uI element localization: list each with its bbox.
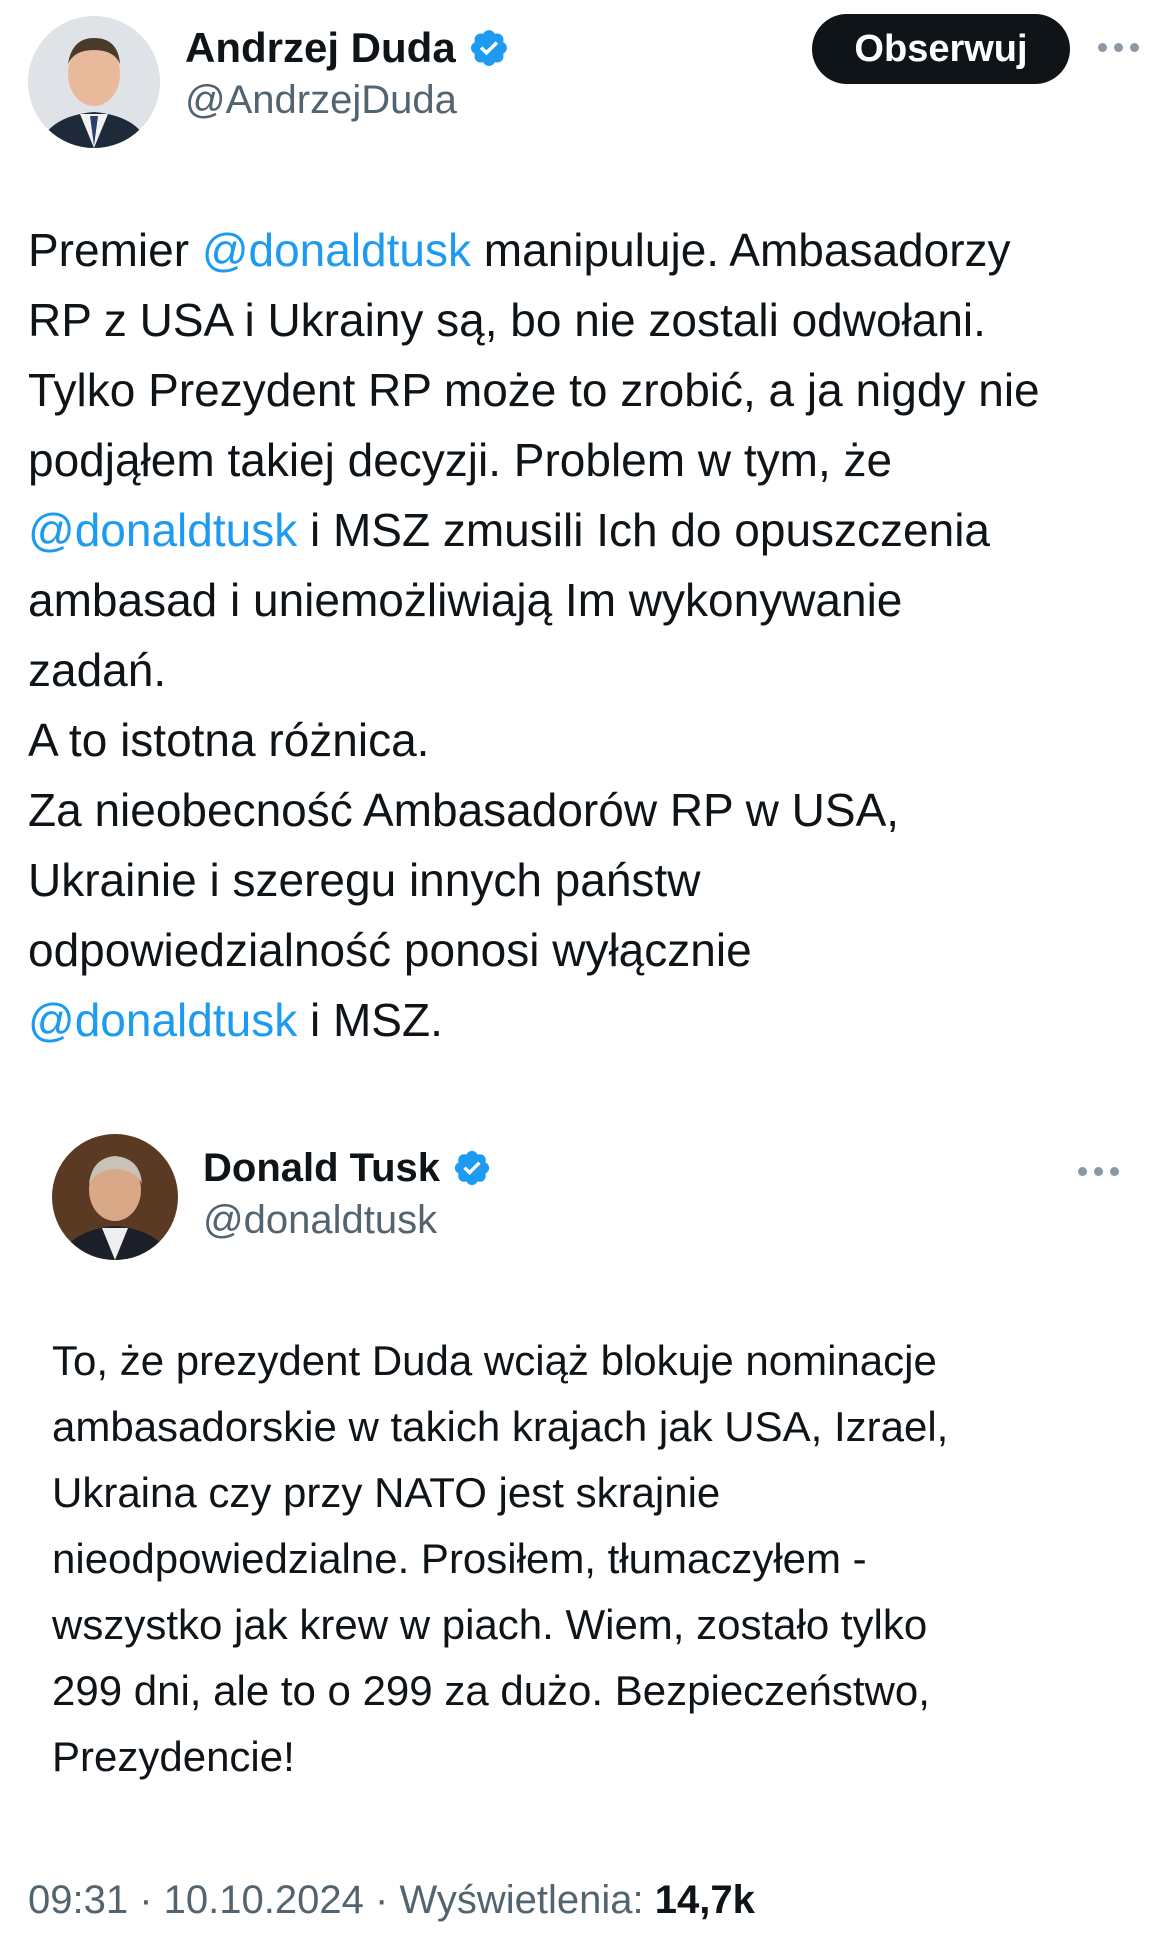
quoted-avatar-portrait	[52, 1134, 178, 1260]
quoted-text-line: nieodpowiedzialne. Prosiłem, tłumaczyłem…	[52, 1535, 867, 1582]
avatar-portrait	[28, 16, 160, 148]
tweet-text-line: Tylko Prezydent RP może to zrobić, a ja …	[28, 355, 1148, 425]
tweet-time[interactable]: 09:31	[28, 1878, 128, 1922]
views-label: Wyświetlenia:	[399, 1878, 644, 1922]
quoted-tweet[interactable]: Donald Tusk @donaldtusk To, że prezydent…	[28, 1110, 1148, 1810]
quoted-text-line: wszystko jak krew w piach. Wiem, zostało…	[52, 1601, 928, 1648]
tweet-text-segment: podjąłem takiej decyzji. Problem w tym, …	[28, 434, 893, 486]
follow-button[interactable]: Obserwuj	[812, 14, 1070, 84]
author-name[interactable]: Andrzej Duda	[185, 24, 456, 72]
tweet-text-line: Ukrainie i szeregu innych państw	[28, 845, 1148, 915]
quoted-author-avatar[interactable]	[52, 1134, 178, 1260]
tweet-date[interactable]: 10.10.2024	[164, 1878, 364, 1922]
tweet-meta: 09:31 · 10.10.2024 · Wyświetlenia: 14,7k	[28, 1878, 755, 1922]
author-handle[interactable]: @AndrzejDuda	[185, 78, 457, 123]
verified-badge-icon[interactable]	[468, 27, 510, 69]
quoted-verified-badge-icon	[454, 1150, 490, 1186]
tweet-text-line: @donaldtusk i MSZ zmusili Ich do opuszcz…	[28, 495, 1148, 565]
tweet-text-segment: odpowiedzialność ponosi wyłącznie	[28, 924, 752, 976]
tweet-text-line: zadań.	[28, 635, 1148, 705]
quoted-author-name[interactable]: Donald Tusk	[203, 1146, 440, 1191]
tweet-text: Premier @donaldtusk manipuluje. Ambasado…	[28, 215, 1148, 1055]
tweet-text-segment: i MSZ.	[297, 994, 443, 1046]
tweet-text-segment: manipuluje. Ambasadorzy	[471, 224, 1011, 276]
quoted-text-line: Ukraina czy przy NATO jest skrajnie	[52, 1469, 721, 1516]
tweet-text-segment: A to istotna różnica.	[28, 714, 430, 766]
tweet-text-segment: Premier	[28, 224, 202, 276]
tweet-text-line: odpowiedzialność ponosi wyłącznie	[28, 915, 1148, 985]
mention-link[interactable]: @donaldtusk	[202, 224, 471, 276]
quoted-text-line: To, że prezydent Duda wciąż blokuje nomi…	[52, 1337, 937, 1384]
tweet-text-line: ambasad i uniemożliwiają Im wykonywanie	[28, 565, 1148, 635]
more-options-icon[interactable]	[1098, 43, 1139, 52]
tweet-text-segment: RP z USA i Ukrainy są, bo nie zostali od…	[28, 294, 986, 346]
quoted-text-line: Prezydencie!	[52, 1733, 295, 1780]
tweet-text-line: A to istotna różnica.	[28, 705, 1148, 775]
tweet-text-line: podjąłem takiej decyzji. Problem w tym, …	[28, 425, 1148, 495]
tweet-text-segment: Za nieobecność Ambasadorów RP w USA,	[28, 784, 900, 836]
quoted-text-line: 299 dni, ale to o 299 za dużo. Bezpiecze…	[52, 1667, 930, 1714]
tweet-text-segment: i MSZ zmusili Ich do opuszczenia	[297, 504, 991, 556]
author-avatar[interactable]	[28, 16, 160, 148]
tweet-text-line: Za nieobecność Ambasadorów RP w USA,	[28, 775, 1148, 845]
tweet-text-segment: ambasad i uniemożliwiają Im wykonywanie	[28, 574, 903, 626]
views-count: 14,7k	[654, 1878, 755, 1922]
mention-link[interactable]: @donaldtusk	[28, 504, 297, 556]
mention-link[interactable]: @donaldtusk	[28, 994, 297, 1046]
tweet-text-line: @donaldtusk i MSZ.	[28, 985, 1148, 1055]
tweet-text-line: Premier @donaldtusk manipuluje. Ambasado…	[28, 215, 1148, 285]
quoted-author-handle[interactable]: @donaldtusk	[203, 1198, 437, 1243]
tweet-text-line: RP z USA i Ukrainy są, bo nie zostali od…	[28, 285, 1148, 355]
quoted-more-options-icon[interactable]	[1078, 1167, 1119, 1176]
quoted-text-line: ambasadorskie w takich krajach jak USA, …	[52, 1403, 949, 1450]
quoted-tweet-text: To, że prezydent Duda wciąż blokuje nomi…	[52, 1328, 1132, 1790]
tweet-text-segment: Ukrainie i szeregu innych państw	[28, 854, 701, 906]
tweet-text-segment: Tylko Prezydent RP może to zrobić, a ja …	[28, 364, 1040, 416]
tweet-text-segment: zadań.	[28, 644, 167, 696]
